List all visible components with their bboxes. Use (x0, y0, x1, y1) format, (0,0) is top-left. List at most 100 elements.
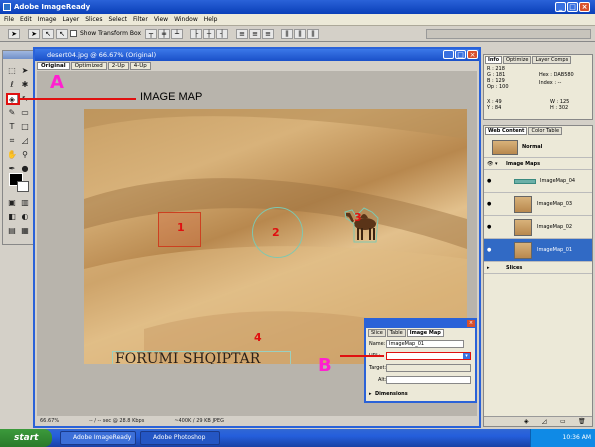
background-color-swatch[interactable] (17, 181, 29, 192)
move-tool-preset-icon[interactable]: ➤ (8, 29, 20, 39)
eraser-tool-icon[interactable]: ▭ (19, 107, 31, 118)
slices-group-row[interactable]: ▸ Slices (484, 262, 592, 274)
tab-original[interactable]: Original (37, 62, 70, 70)
tab-slice[interactable]: Slice (368, 329, 386, 337)
dimensions-label[interactable]: Dimensions (375, 391, 408, 397)
show-transform-box-checkbox[interactable] (70, 30, 77, 37)
annotation-image-map-label: IMAGE MAP (140, 91, 203, 103)
dimensions-expand-icon[interactable]: ▸ (369, 391, 372, 397)
preview-document-icon[interactable]: ◧ (6, 211, 18, 222)
imagemap-04-row[interactable]: ● ImageMap_04 (484, 170, 592, 193)
toggle-slice-visibility-icon[interactable]: ▥ (19, 197, 31, 208)
menu-view[interactable]: View (154, 16, 168, 23)
magic-wand-icon[interactable]: ✱ (19, 79, 31, 90)
minimize-button[interactable]: _ (555, 2, 566, 12)
arrow-tool-icon[interactable]: ➤ (28, 29, 40, 39)
imagemap-02-row[interactable]: ● ImageMap_02 (484, 216, 592, 239)
normal-row[interactable]: Normal (484, 138, 592, 158)
brush-tool-icon[interactable]: ✎ (6, 107, 18, 118)
image-maps-group-row[interactable]: 👁 ▾ Image Maps (484, 158, 592, 170)
url-field[interactable] (386, 352, 471, 360)
palette-close-button[interactable]: × (467, 320, 475, 327)
menu-help[interactable]: Help (204, 16, 218, 23)
distribute-left-icon[interactable]: ⫼ (281, 29, 293, 39)
tab-web-content[interactable]: Web Content (485, 127, 528, 135)
new-layer-icon[interactable]: ▭ (560, 418, 566, 425)
marquee-tool-icon[interactable]: ⬚ (6, 65, 18, 76)
start-button[interactable]: start (0, 429, 52, 447)
menu-filter[interactable]: Filter (133, 16, 148, 23)
imagemap-01-row-selected[interactable]: ● ImageMap_01 (484, 239, 592, 262)
hand-tool-icon[interactable]: ✋ (6, 149, 18, 160)
slice-tool-icon[interactable]: ◿ (19, 135, 31, 146)
tab-table[interactable]: Table (386, 329, 406, 337)
info-readout-right: Hex : DAB580 Index : -- (539, 71, 574, 87)
toggle-image-map-visibility-icon[interactable]: ▣ (6, 197, 18, 208)
screen-mode-icon[interactable]: ▤ (6, 225, 18, 236)
move-tool-icon[interactable]: ➤ (19, 65, 31, 76)
tab-layer-comps[interactable]: Layer Comps (532, 56, 572, 64)
jump-to-photoshop-icon[interactable]: ▦ (19, 225, 31, 236)
tab-optimized[interactable]: Optimized (70, 62, 107, 70)
menu-edit[interactable]: Edit (20, 16, 32, 23)
new-image-map-icon[interactable]: ◈ (524, 418, 529, 425)
selection-arrow-icon[interactable]: ↖ (56, 29, 68, 39)
file-size-format[interactable]: ~400K / 29 KB JPEG (174, 417, 224, 426)
imagemap-02-visibility-icon[interactable]: ● (487, 224, 491, 230)
distribute-middle-icon[interactable]: ≡ (249, 29, 261, 39)
align-bottom-icon[interactable]: ┴ (171, 29, 183, 39)
new-slice-icon[interactable]: ◿ (542, 418, 547, 425)
crop-tool-icon[interactable]: ⌗ (6, 135, 18, 146)
image-maps-expand-icon[interactable]: ▾ (495, 161, 498, 167)
doc-close-button[interactable]: × (467, 50, 478, 59)
task-imageready[interactable]: Adobe ImageReady (60, 431, 136, 445)
trash-icon[interactable]: 🗑 (578, 418, 586, 425)
imagemap-03-visibility-icon[interactable]: ● (487, 201, 491, 207)
menu-window[interactable]: Window (174, 16, 198, 23)
align-top-icon[interactable]: ┬ (145, 29, 157, 39)
tab-image-map[interactable]: Image Map (406, 329, 444, 337)
align-right-icon[interactable]: ┤ (216, 29, 228, 39)
tab-optimize[interactable]: Optimize (503, 56, 532, 64)
slices-expand-icon[interactable]: ▸ (487, 265, 490, 271)
imagemap-01-visibility-icon[interactable]: ● (487, 247, 491, 253)
distribute-center-icon[interactable]: ⫼ (294, 29, 306, 39)
doc-minimize-button[interactable]: _ (443, 50, 454, 59)
imagemap-04-visibility-icon[interactable]: ● (487, 178, 491, 184)
align-middle-icon[interactable]: ╪ (158, 29, 170, 39)
imagemap-03-row[interactable]: ● ImageMap_03 (484, 193, 592, 216)
distribute-right-icon[interactable]: ⫼ (307, 29, 319, 39)
menu-slices[interactable]: Slices (85, 16, 102, 23)
url-dropdown-chevron-icon[interactable]: ▾ (463, 353, 470, 359)
close-button[interactable]: × (579, 2, 590, 12)
tab-info[interactable]: Info (485, 56, 503, 64)
zoom-tool-icon[interactable]: ⚲ (19, 149, 31, 160)
menu-layer[interactable]: Layer (62, 16, 79, 23)
zoom-level[interactable]: 66.67% (40, 417, 59, 426)
menu-image[interactable]: Image (38, 16, 57, 23)
image-maps-visibility-icon[interactable]: 👁 (487, 161, 493, 167)
alt-field[interactable] (386, 376, 471, 384)
target-field[interactable] (386, 364, 471, 372)
image-map-3-polygon[interactable] (342, 204, 387, 246)
name-label: Name: (369, 341, 386, 347)
maximize-button[interactable]: □ (567, 2, 578, 12)
task-photoshop[interactable]: Adobe Photoshop (140, 431, 220, 445)
align-left-icon[interactable]: ├ (190, 29, 202, 39)
tab-4-up[interactable]: 4-Up (129, 62, 151, 70)
rectangle-tool-icon[interactable]: □ (19, 121, 31, 132)
menu-file[interactable]: File (4, 16, 14, 23)
name-field[interactable]: ImageMap_01 (386, 340, 464, 348)
lasso-tool-icon[interactable]: ℓ (6, 79, 18, 90)
align-center-icon[interactable]: ┼ (203, 29, 215, 39)
tab-2-up[interactable]: 2-Up (107, 62, 129, 70)
tab-color-table[interactable]: Color Table (528, 127, 563, 135)
doc-maximize-button[interactable]: □ (455, 50, 466, 59)
distribute-bottom-icon[interactable]: ≡ (262, 29, 274, 39)
download-time[interactable]: -- / -- sec @ 28.8 Kbps (89, 417, 144, 426)
distribute-top-icon[interactable]: ≡ (236, 29, 248, 39)
arrow-alt-tool-icon[interactable]: ↖ (42, 29, 54, 39)
type-tool-icon[interactable]: T (6, 121, 18, 132)
preview-in-browser-icon[interactable]: ◐ (19, 211, 31, 222)
menu-select[interactable]: Select (108, 16, 127, 23)
